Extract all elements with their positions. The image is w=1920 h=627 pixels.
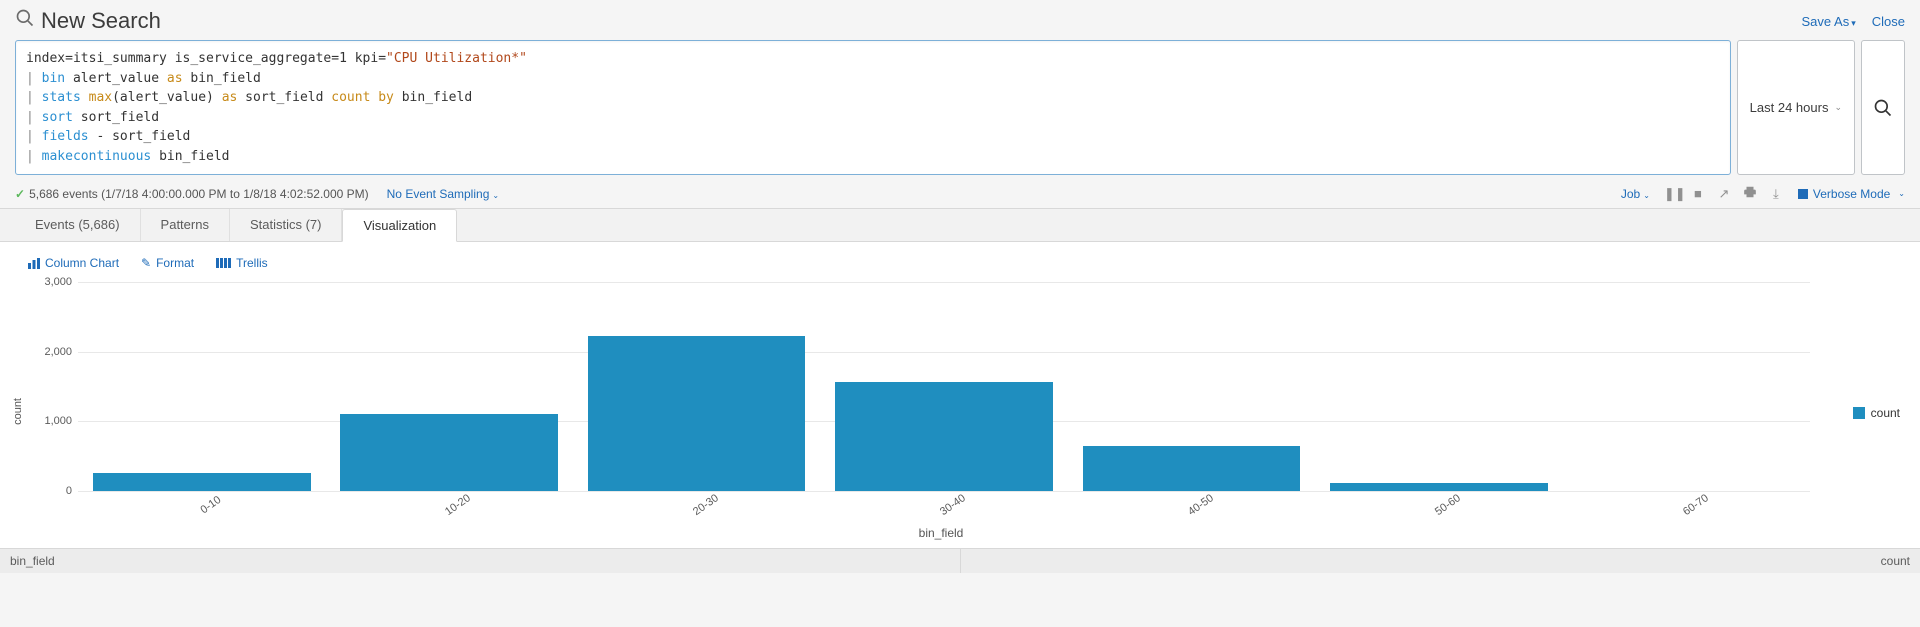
trellis-icon bbox=[216, 258, 231, 268]
event-sampling-dropdown[interactable]: No Event Sampling⌄ bbox=[387, 187, 499, 201]
download-icon[interactable]: ⤓ bbox=[1768, 186, 1784, 202]
y-tick-label: 3,000 bbox=[44, 276, 78, 288]
y-tick-label: 1,000 bbox=[44, 415, 78, 427]
run-search-button[interactable] bbox=[1861, 40, 1905, 175]
chevron-down-icon: ⌄ bbox=[1898, 189, 1905, 198]
chevron-down-icon: ⌄ bbox=[1834, 102, 1842, 113]
format-button[interactable]: Format bbox=[141, 256, 194, 270]
pause-icon[interactable]: ❚❚ bbox=[1664, 186, 1680, 202]
tab-patterns[interactable]: Patterns bbox=[141, 209, 230, 241]
chart-legend: count bbox=[1853, 406, 1900, 420]
y-tick-label: 0 bbox=[66, 485, 78, 497]
mode-indicator-icon bbox=[1798, 189, 1808, 199]
print-icon[interactable] bbox=[1742, 185, 1758, 202]
tab-events[interactable]: Events (5,686) bbox=[15, 209, 141, 241]
time-range-picker[interactable]: Last 24 hours⌄ bbox=[1737, 40, 1855, 175]
y-tick-label: 2,000 bbox=[44, 346, 78, 358]
page-title: New Search bbox=[15, 8, 161, 34]
save-as-link[interactable]: Save As▾ bbox=[1802, 14, 1856, 29]
tab-visualization[interactable]: Visualization bbox=[342, 209, 457, 242]
legend-swatch bbox=[1853, 407, 1865, 419]
chart-bar[interactable] bbox=[1330, 483, 1548, 491]
chevron-down-icon: ⌄ bbox=[1643, 191, 1650, 200]
trellis-button[interactable]: Trellis bbox=[216, 256, 268, 270]
job-dropdown[interactable]: Job⌄ bbox=[1621, 187, 1650, 201]
page-title-text: New Search bbox=[41, 8, 161, 34]
tab-statistics[interactable]: Statistics (7) bbox=[230, 209, 343, 241]
chevron-down-icon: ⌄ bbox=[492, 191, 499, 200]
search-input[interactable]: index=itsi_summary is_service_aggregate=… bbox=[15, 40, 1731, 175]
legend-label: count bbox=[1871, 406, 1900, 420]
chart-type-picker[interactable]: Column Chart bbox=[28, 256, 119, 270]
stop-icon[interactable]: ■ bbox=[1690, 186, 1706, 201]
search-mode-dropdown[interactable]: Verbose Mode⌄ bbox=[1798, 187, 1905, 201]
close-link[interactable]: Close bbox=[1872, 14, 1905, 29]
y-axis-label: count bbox=[10, 398, 26, 425]
check-icon: ✓ bbox=[15, 187, 25, 201]
chevron-down-icon: ▾ bbox=[1851, 18, 1856, 28]
pencil-icon bbox=[141, 256, 151, 270]
events-count-text: 5,686 events (1/7/18 4:00:00.000 PM to 1… bbox=[29, 187, 369, 201]
share-icon[interactable]: ↗ bbox=[1716, 186, 1732, 202]
search-icon bbox=[15, 8, 35, 34]
column-chart[interactable]: 01,0002,0003,000 bbox=[78, 282, 1810, 492]
